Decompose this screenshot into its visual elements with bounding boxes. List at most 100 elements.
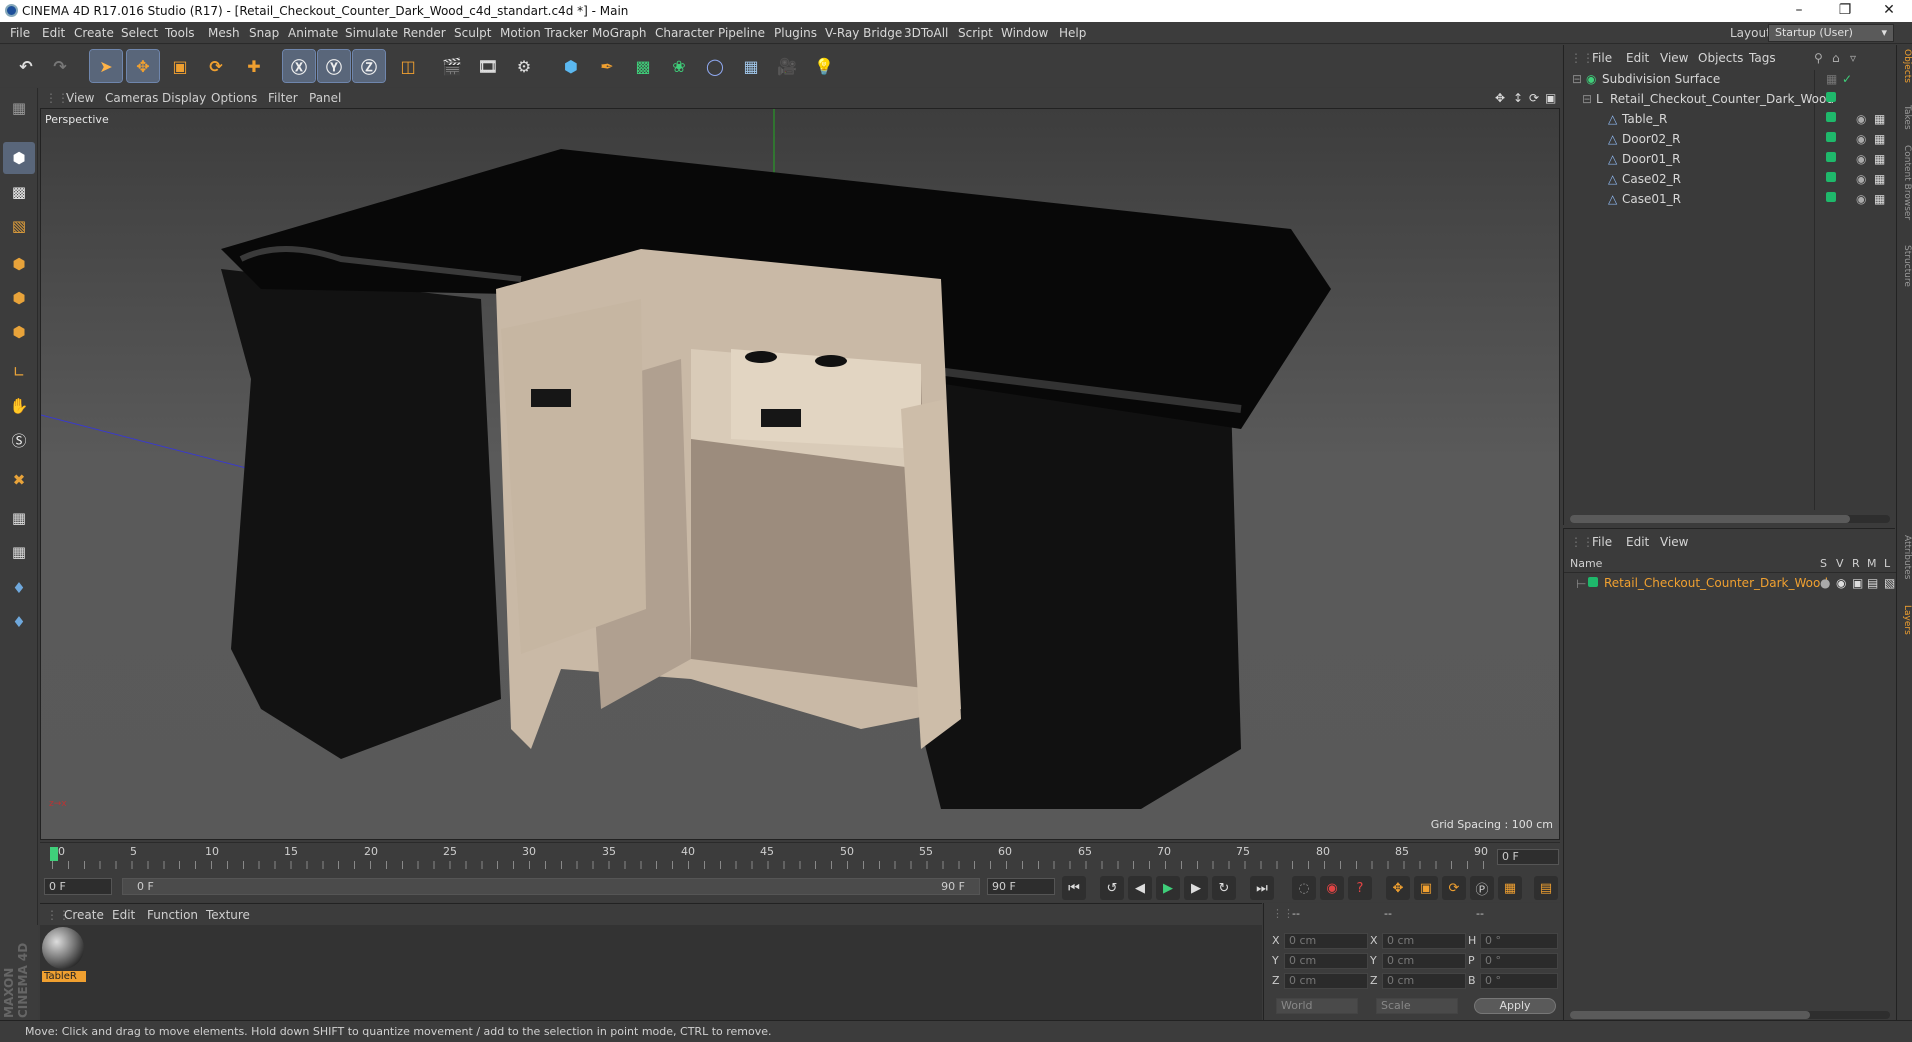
material-menu-create[interactable]: Create [64,908,104,922]
texture-mode-icon[interactable]: ▩ [3,176,35,208]
material-menu-edit[interactable]: Edit [112,908,135,922]
axis-mode-icon[interactable]: ∟ [3,356,35,388]
layer-color-icon[interactable] [1826,92,1836,102]
menu-script[interactable]: Script [958,26,993,40]
enabled-check-icon[interactable]: ✓ [1842,72,1852,86]
snap-s-icon[interactable]: Ⓢ [3,424,35,456]
coordinate-space-select[interactable]: World [1276,998,1358,1014]
keyframe-selection-icon[interactable]: ? [1348,876,1372,900]
position-z-field[interactable]: 0 cm [1284,973,1368,989]
menu-pipeline[interactable]: Pipeline [718,26,765,40]
filter-icon[interactable]: ▿ [1850,51,1856,65]
dolly-view-icon[interactable]: ↕ [1513,91,1523,105]
floor-grid-icon[interactable]: ▦ [735,50,767,82]
position-y-field[interactable]: 0 cm [1284,953,1368,969]
pen-spline-icon[interactable]: ✒ [591,50,623,82]
planar-workplane-icon[interactable]: ▦ [3,536,35,568]
render-view-icon[interactable]: 🎬 [436,50,468,82]
rotation-b-field[interactable]: 0 ° [1480,973,1558,989]
viewport-menu-cameras[interactable]: Cameras [105,91,158,105]
tab-attributes[interactable]: Attributes [1898,535,1912,579]
frame-range-slider[interactable]: 0 F 90 F [122,878,980,895]
object-menu-tags[interactable]: Tags [1749,51,1776,65]
material-swatch[interactable]: TableR [42,927,86,985]
size-x-field[interactable]: 0 cm [1382,933,1466,949]
position-x-field[interactable]: 0 cm [1284,933,1368,949]
pan-view-icon[interactable]: ✥ [1495,91,1505,105]
size-y-field[interactable]: 0 cm [1382,953,1466,969]
object-row[interactable]: △ Door01_R ◉ ▦ [1564,152,1885,172]
render-icon[interactable]: ▣ [1852,576,1863,590]
rotation-h-field[interactable]: 0 ° [1480,933,1558,949]
object-menu-view[interactable]: View [1660,51,1688,65]
make-editable-icon[interactable]: ▦ [3,92,35,124]
home-icon[interactable]: ⌂ [1832,51,1840,65]
coordinate-mode-select[interactable]: Scale [1376,998,1458,1014]
phong-tag-icon[interactable]: ◉ [1856,112,1866,126]
3d-viewport[interactable]: Perspective Grid Spacing : 100 cm z→x [40,108,1560,840]
close-icon[interactable]: ✕ [1866,0,1912,22]
camera-icon[interactable]: 🎥 [771,50,803,82]
goto-start-icon[interactable]: ⏮ [1062,876,1086,900]
z-axis-lock-icon[interactable]: Ⓩ [352,49,386,83]
x-axis-lock-icon[interactable]: Ⓧ [282,49,316,83]
layer-menu-edit[interactable]: Edit [1626,535,1649,549]
render-picture-viewer-icon[interactable]: 🎞 [472,50,504,82]
object-row[interactable]: ⊟ ◉ Subdivision Surface ▦ ✓ [1564,72,1874,92]
tab-objects[interactable]: Objects [1898,49,1912,83]
menu-motion-tracker[interactable]: Motion Tracker [500,26,588,40]
object-row[interactable]: △ Case01_R ◉ ▦ [1564,192,1885,212]
y-axis-lock-icon[interactable]: Ⓨ [317,49,351,83]
phong-tag-icon[interactable]: ◉ [1856,192,1866,206]
viewport-menu-filter[interactable]: Filter [268,91,298,105]
tweak-mode-icon[interactable]: ✋ [3,390,35,422]
object-menu-objects[interactable]: Objects [1698,51,1743,65]
transform-tool-icon[interactable]: ✚ [238,50,270,82]
tab-content-browser[interactable]: Content Browser [1898,145,1912,220]
goto-end-icon[interactable]: ⏭ [1250,876,1274,900]
timeline-ruler[interactable]: 0 5 10 15 20 25 30 35 40 45 50 55 60 65 … [40,842,1560,872]
menu-help[interactable]: Help [1059,26,1086,40]
layout-select[interactable]: Startup (User) ▾ [1768,24,1894,42]
view-eye-icon[interactable]: ◉ [1836,576,1846,590]
redo-icon[interactable]: ↷ [44,50,76,82]
apply-button[interactable]: Apply [1474,998,1556,1014]
key-rotation-icon[interactable]: ⟳ [1442,876,1466,900]
layer-menu-file[interactable]: File [1592,535,1612,549]
menu-tools[interactable]: Tools [165,26,195,40]
viewport-menu-options[interactable]: Options [211,91,257,105]
restore-icon[interactable]: ❐ [1822,0,1868,22]
menu-render[interactable]: Render [403,26,446,40]
menu-simulate[interactable]: Simulate [345,26,398,40]
cloner-icon[interactable]: ❀ [663,50,695,82]
play-icon[interactable]: ▶ [1156,876,1180,900]
material-tag-icon[interactable]: ▦ [1874,192,1885,206]
object-row[interactable]: △ Case02_R ◉ ▦ [1564,172,1885,192]
model-mode-icon[interactable]: ⬢ [3,142,35,174]
next-key-icon[interactable]: ↻ [1212,876,1236,900]
playhead[interactable] [50,847,58,861]
record-keys-icon[interactable]: ◌ [1292,876,1316,900]
menu-mesh[interactable]: Mesh [208,26,240,40]
layer-menu-view[interactable]: View [1660,535,1688,549]
rotation-p-field[interactable]: 0 ° [1480,953,1558,969]
visibility-icon[interactable]: ▦ [1826,72,1837,86]
layer-row[interactable]: ⊢ Retail_Checkout_Counter_Dark_Wood ● ◉ … [1564,574,1896,592]
solo-icon[interactable]: ● [1820,576,1830,590]
menu-select[interactable]: Select [121,26,158,40]
size-z-field[interactable]: 0 cm [1382,973,1466,989]
menu-3dtoall[interactable]: 3DToAll [904,26,948,40]
current-frame-field[interactable]: 0 F [1497,849,1559,865]
move-tool-icon[interactable]: ✥ [126,49,160,83]
layer-color-icon[interactable] [1826,172,1836,182]
manager-icon[interactable]: ▤ [1867,576,1878,590]
layer-color-icon[interactable] [1826,192,1836,202]
layer-color-icon[interactable] [1826,132,1836,142]
menu-window[interactable]: Window [1001,26,1048,40]
object-horizontal-scrollbar[interactable] [1570,515,1890,523]
auto-key-icon[interactable]: ◉ [1320,876,1344,900]
selection-arrow-icon[interactable]: ➤ [89,49,123,83]
key-parameter-icon[interactable]: Ⓟ [1470,876,1494,900]
python-script-2-icon[interactable]: ♦ [3,606,35,638]
workplane-mode-icon[interactable]: ▧ [3,210,35,242]
